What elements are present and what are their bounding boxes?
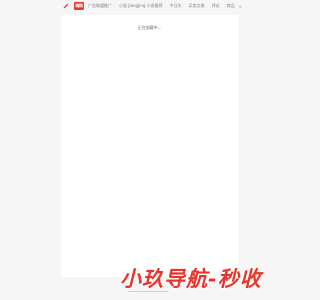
loading-text: 正在加载中... bbox=[137, 25, 162, 30]
main-content: 正在加载中... bbox=[61, 15, 238, 277]
top-bar: 嗨购 广告联盟推广 小说 Jiangjing 小说推荐 今日头 买卖交易 评论 … bbox=[0, 0, 300, 12]
top-nav: 广告联盟推广 小说 Jiangjing 小说推荐 今日头 买卖交易 评论 商品 … bbox=[88, 0, 242, 12]
nav-item-today[interactable]: 今日头 bbox=[170, 3, 182, 9]
bird-icon[interactable] bbox=[63, 3, 69, 9]
nav-item-comment[interactable]: 评论 bbox=[212, 3, 220, 9]
nav-item-trade[interactable]: 买卖交易 bbox=[189, 3, 205, 9]
close-icon[interactable]: × bbox=[239, 4, 242, 9]
watermark-text: 小玖导航-秒收 bbox=[120, 267, 262, 291]
nav-item-goods[interactable]: 商品 bbox=[227, 3, 235, 9]
site-logo-text: 嗨购 bbox=[75, 3, 83, 8]
nav-item-novel[interactable]: 小说 Jiangjing 小说推荐 bbox=[119, 3, 163, 9]
nav-item-ad[interactable]: 广告联盟推广 bbox=[88, 3, 112, 9]
footer-divider bbox=[128, 291, 168, 292]
site-logo[interactable]: 嗨购 bbox=[74, 2, 84, 10]
